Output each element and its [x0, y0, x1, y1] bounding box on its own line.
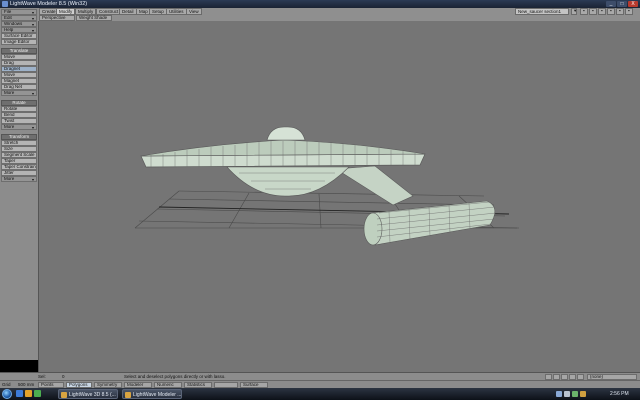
lightwave-app-icon	[61, 392, 67, 398]
volume-icon[interactable]	[564, 391, 570, 397]
tab-setup[interactable]: Setup	[149, 8, 167, 15]
bridge-dome	[266, 126, 306, 141]
title-bar: LightWave Modeler 8.5 (Win32) _ □ X	[0, 0, 640, 8]
tab-bar: Create Modify Multiply Construct Detail …	[0, 8, 640, 15]
taskbar-item-modeler[interactable]: LightWave Modeler ...	[122, 389, 182, 399]
tab-construct[interactable]: Construct	[96, 8, 122, 15]
tab-view[interactable]: View	[186, 8, 202, 15]
chevron-down-icon[interactable]: ▾	[571, 8, 577, 15]
left-toolbar: File ▾ Edit ▾ Windows ▾ Help ▾ Surface Edito…	[0, 8, 38, 360]
layer-icon[interactable]: ▪	[580, 8, 588, 15]
modeler-app-icon	[125, 392, 131, 398]
tray-app-icon[interactable]	[580, 391, 586, 397]
tab-detail[interactable]: Detail	[119, 8, 137, 15]
object-selector[interactable]: New_saucer section1	[515, 8, 569, 15]
layer-icon[interactable]: ▪	[589, 8, 597, 15]
layer-icon[interactable]: ▪	[607, 8, 615, 15]
network-icon[interactable]	[556, 391, 562, 397]
close-button[interactable]: X	[628, 1, 638, 7]
minimize-button[interactable]: _	[606, 1, 616, 7]
bottom-toolbar: Grid 500 mm Points Polygons Symmetry Mod…	[0, 380, 640, 388]
browser-icon[interactable]	[34, 390, 41, 397]
layer-icon[interactable]: ▪	[625, 8, 633, 15]
saucer-lower-hull	[226, 166, 350, 197]
maximize-button[interactable]: □	[617, 1, 627, 7]
desktop-icon[interactable]	[16, 390, 23, 397]
rotate-more-button[interactable]: More ▾	[1, 124, 37, 130]
tab-modify[interactable]: Modify	[56, 8, 76, 15]
clock[interactable]: 2:56 PM	[610, 390, 629, 398]
layer-icon[interactable]: ▪	[598, 8, 606, 15]
neck-pylon	[335, 165, 414, 206]
transform-more-button[interactable]: More ▾	[1, 176, 37, 182]
taskbar-item-lightwave[interactable]: LightWave 3D 8.5 (...	[58, 389, 118, 399]
deflector-dish	[363, 212, 383, 246]
status-bar: Sel: 0 Select and deselect polygons dire…	[0, 372, 640, 380]
app-icon	[2, 1, 8, 7]
tray-app-icon[interactable]	[572, 391, 578, 397]
taskbar: LightWave 3D 8.5 (... LightWave Modeler …	[0, 388, 640, 400]
tab-multiply[interactable]: Multiply	[75, 8, 97, 15]
wireframe-model	[134, 126, 519, 246]
layer-icon[interactable]: ▪	[616, 8, 624, 15]
start-button[interactable]	[2, 389, 12, 399]
image-editor-button[interactable]: Image Editor	[1, 39, 37, 45]
translate-more-button[interactable]: More ▾	[1, 90, 37, 96]
tab-utilities[interactable]: Utilities	[166, 8, 187, 15]
window-title: LightWave Modeler 8.5 (Win32)	[10, 1, 88, 7]
explorer-icon[interactable]	[25, 390, 32, 397]
perspective-viewport[interactable]	[38, 21, 640, 372]
